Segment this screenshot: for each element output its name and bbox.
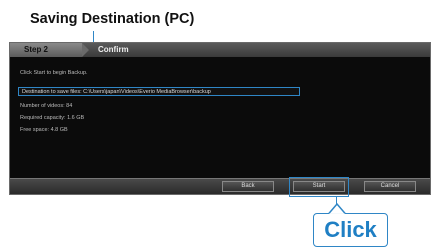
wizard-footer: Back Start Cancel	[10, 178, 430, 194]
instruction-text: Click Start to begin Backup.	[20, 70, 88, 76]
start-button-highlight	[289, 177, 349, 197]
back-button[interactable]: Back	[222, 181, 274, 192]
click-callout: Click	[313, 203, 388, 247]
section-heading: Saving Destination (PC)	[30, 11, 195, 27]
backup-wizard-window: Step 2 Confirm Click Start to begin Back…	[9, 42, 431, 195]
destination-highlight: Destination to save files: C:\Users\japa…	[18, 87, 300, 96]
callout-tip	[327, 203, 347, 214]
wizard-header: Step 2 Confirm	[10, 43, 430, 57]
destination-path: Destination to save files: C:\Users\japa…	[22, 89, 211, 95]
free-space-text: Free space: 4.8 GB	[20, 127, 68, 133]
cancel-button[interactable]: Cancel	[364, 181, 416, 192]
video-count-text: Number of videos: 84	[20, 103, 73, 109]
callout-label: Click	[324, 217, 377, 242]
required-capacity-text: Required capacity: 1.6 GB	[20, 115, 85, 121]
wizard-title: Confirm	[98, 45, 129, 54]
step-indicator: Step 2	[10, 43, 89, 57]
